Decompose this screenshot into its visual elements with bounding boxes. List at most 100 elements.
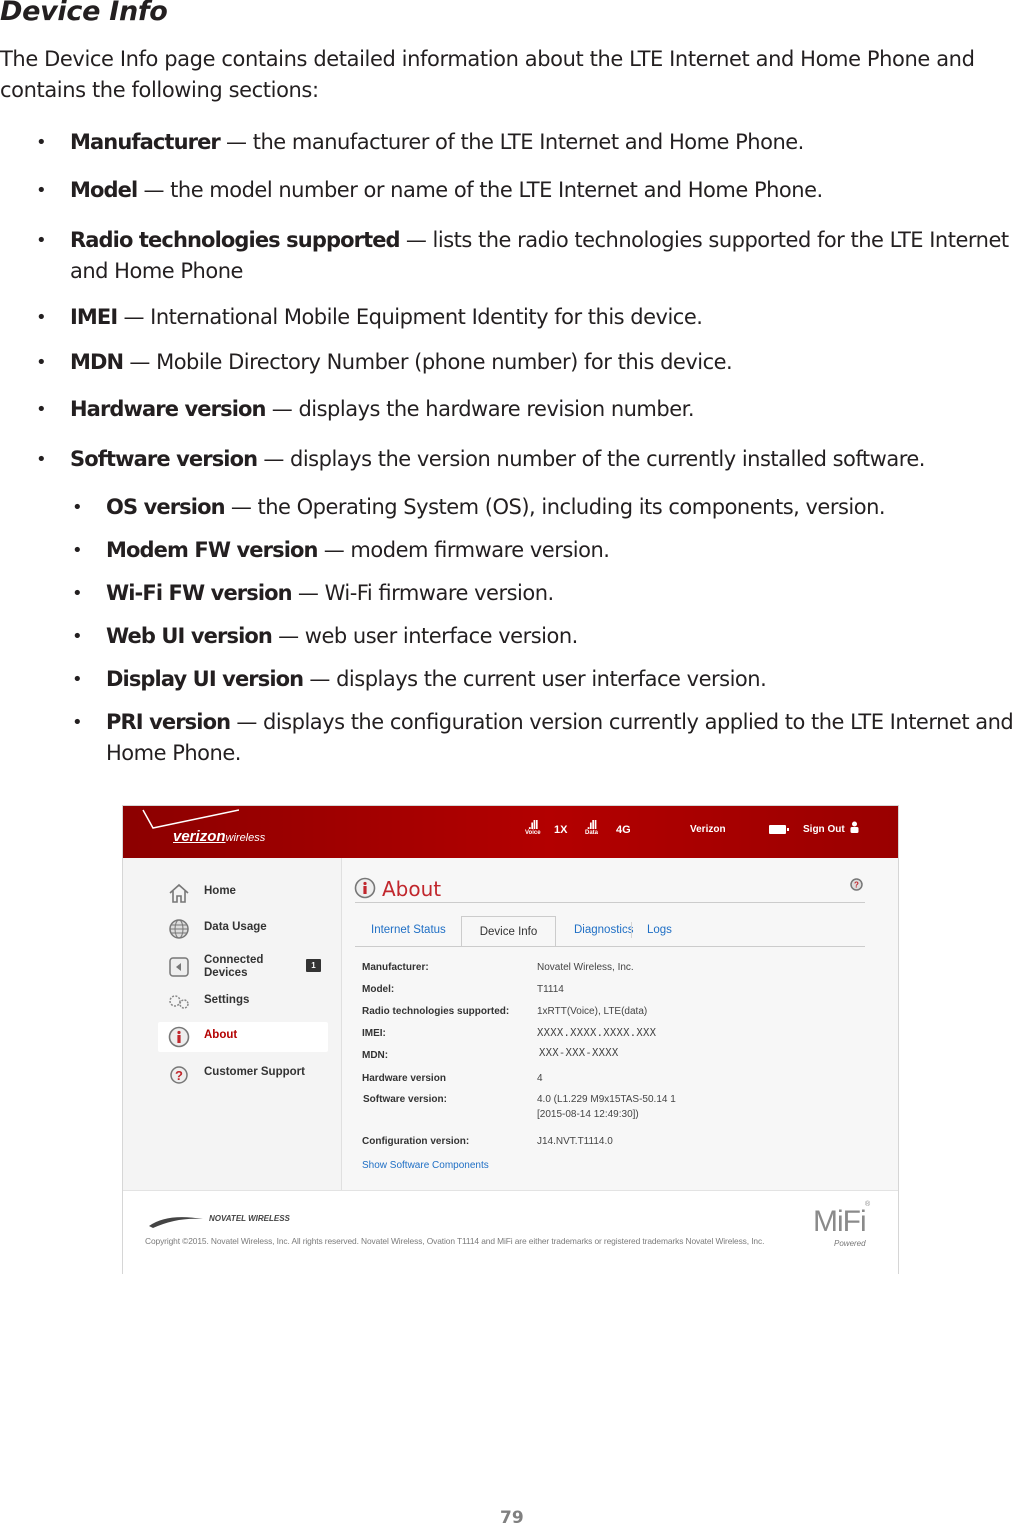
home-icon — [169, 883, 189, 903]
bullet-desc: — web user interface version. — [271, 624, 578, 648]
tab-logs[interactable]: Logs — [647, 924, 672, 936]
bullet-item: • Radio technologies supported — lists th… — [36, 225, 1025, 287]
bullet-icon: • — [72, 540, 83, 561]
bullet-item: • IMEI — International Mobile Equipment I… — [36, 302, 1025, 333]
bullet-item: • Software version — displays the version… — [36, 444, 1025, 475]
tab-device-info[interactable]: Device Info — [461, 916, 556, 947]
globe-icon — [169, 919, 189, 939]
info-label: Configuration version: — [362, 1136, 470, 1147]
page-number: 79 — [500, 1508, 524, 1528]
bullet-icon: • — [36, 180, 47, 201]
bullet-icon: • — [36, 352, 47, 373]
bullet-desc: — Mobile Directory Number (phone number)… — [123, 350, 733, 374]
sub-bullet-item: • Wi-Fi FW version — Wi-Fi ﬁrmware versio… — [72, 578, 1030, 609]
bullet-item: • Model — the model number or name of the… — [36, 175, 1025, 206]
sidebar-item-connected-devices[interactable]: Connected Devices — [158, 950, 328, 984]
sidebar-item-about[interactable]: About — [158, 1022, 328, 1052]
tech-1x: 1X — [554, 824, 568, 836]
sidebar-item-label: About — [204, 1029, 238, 1041]
tab-diagnostics[interactable]: Diagnostics — [574, 924, 633, 936]
mifi-logo: MiFi — [813, 1205, 867, 1238]
sub-bullet-item: • Modem FW version — modem ﬁrmware versio… — [72, 535, 1030, 566]
signal-bars-icon: .ıll — [528, 818, 538, 832]
info-label: Hardware version — [362, 1073, 446, 1084]
signal-bars-icon: .ıll — [586, 818, 597, 832]
info-value: 4 — [537, 1073, 543, 1084]
bullet-term: Manufacturer — [70, 130, 221, 154]
sidebar-item-label: Connected Devices — [204, 954, 264, 979]
bullet-term: Web UI version — [106, 624, 273, 648]
sidebar-item-customer-support[interactable]: ? Customer Support — [158, 1059, 328, 1089]
sidebar-item-home[interactable]: Home — [158, 878, 328, 908]
info-value: T1114 — [537, 984, 564, 995]
bullet-desc: — the model number or name of the LTE In… — [137, 178, 823, 202]
info-value: XXXX.XXXX.XXXX.XXX — [537, 1027, 657, 1039]
sidebar-item-data-usage[interactable]: Data Usage — [158, 914, 328, 944]
bullet-icon: • — [36, 399, 47, 420]
bullet-desc: — displays the current user interface ve… — [303, 667, 767, 691]
bullet-desc: — International Mobile Equipment Identit… — [117, 305, 703, 329]
user-icon[interactable] — [850, 821, 859, 833]
bullet-term: Display UI version — [106, 667, 304, 691]
verizon-logo[interactable]: verizonwireless — [173, 828, 265, 845]
bullet-item: • Hardware version — displays the hardwar… — [36, 394, 1025, 425]
bullet-icon: • — [72, 583, 83, 604]
bullet-icon: • — [72, 626, 83, 647]
info-label: Model: — [362, 984, 395, 995]
info-label: Manufacturer: — [362, 962, 429, 973]
bullet-term: Software version — [70, 447, 258, 471]
info-icon — [354, 877, 376, 899]
sidebar: Home Data Usage Connected Devices 1 Sett… — [123, 858, 342, 1190]
title-divider — [355, 902, 865, 903]
sidebar-item-settings[interactable]: Settings — [158, 987, 328, 1017]
gears-icon — [169, 995, 189, 1009]
sub-bullet-item: • Web UI version — web user interface ver… — [72, 621, 1030, 652]
bullet-term: OS version — [106, 495, 226, 519]
mifi-powered-label: Powered — [834, 1239, 866, 1248]
bullet-item: • MDN — Mobile Directory Number (phone nu… — [36, 347, 1025, 378]
bullet-term: IMEI — [70, 305, 118, 329]
section-title: Device Info — [0, 0, 168, 27]
info-value: 1xRTT(Voice), LTE(data) — [537, 1006, 648, 1017]
novatel-logo: NOVATEL WIRELESS — [209, 1214, 290, 1223]
bullet-desc: — the Operating System (OS), including i… — [224, 495, 886, 519]
bullet-desc: — displays the hardware revision number. — [265, 397, 695, 421]
bullet-term: Wi-Fi FW version — [106, 581, 293, 605]
intro-paragraph: The Device Info page contains detailed i… — [0, 47, 975, 102]
sidebar-item-label: Data Usage — [204, 921, 267, 933]
connected-devices-badge: 1 — [306, 959, 321, 972]
bullet-term: MDN — [70, 350, 124, 374]
footer: NOVATEL WIRELESS Copyright ©2015. Novate… — [123, 1190, 898, 1274]
info-label: Radio technologies supported: — [362, 1006, 510, 1017]
battery-icon — [769, 825, 789, 834]
bullet-icon: • — [72, 712, 83, 733]
info-value: J14.NVT.T1114.0 — [537, 1136, 613, 1147]
bullet-item: • Manufacturer — the manufacturer of the … — [36, 127, 1025, 158]
tab-internet-status[interactable]: Internet Status — [371, 924, 446, 936]
bullet-icon: • — [36, 230, 47, 251]
sidebar-item-label: Home — [204, 885, 236, 897]
bullet-term: PRI version — [106, 710, 231, 734]
bullet-desc: — modem ﬁrmware version. — [317, 538, 610, 562]
svg-text:?: ? — [854, 881, 859, 890]
bullet-icon: • — [72, 497, 83, 518]
sign-out-link[interactable]: Sign Out — [803, 824, 845, 835]
bullet-desc: — Wi-Fi ﬁrmware version. — [291, 581, 554, 605]
bullet-desc: — displays the version number of the cur… — [257, 447, 925, 471]
bullet-icon: • — [72, 669, 83, 690]
show-software-components-link[interactable]: Show Software Components — [362, 1160, 489, 1171]
bullet-term: Hardware version — [70, 397, 266, 421]
bullet-icon: • — [36, 132, 47, 153]
copyright-text: Copyright ©2015. Novatel Wireless, Inc. … — [145, 1236, 765, 1246]
info-value: Novatel Wireless, Inc. — [537, 962, 634, 973]
tab-separator — [631, 922, 632, 938]
bullet-desc: — displays the conﬁguration version curr… — [106, 710, 1014, 765]
device-icon — [169, 957, 189, 977]
help-icon[interactable]: ? — [850, 878, 863, 891]
data-signal: .ıll Data — [585, 818, 598, 836]
bullet-desc: — the manufacturer of the LTE Internet a… — [219, 130, 804, 154]
bullet-icon: • — [36, 449, 47, 470]
info-label: MDN: — [362, 1050, 389, 1061]
bullet-term: Model — [70, 178, 138, 202]
main-panel: About ? Internet Status Device Info Diag… — [342, 858, 898, 1190]
